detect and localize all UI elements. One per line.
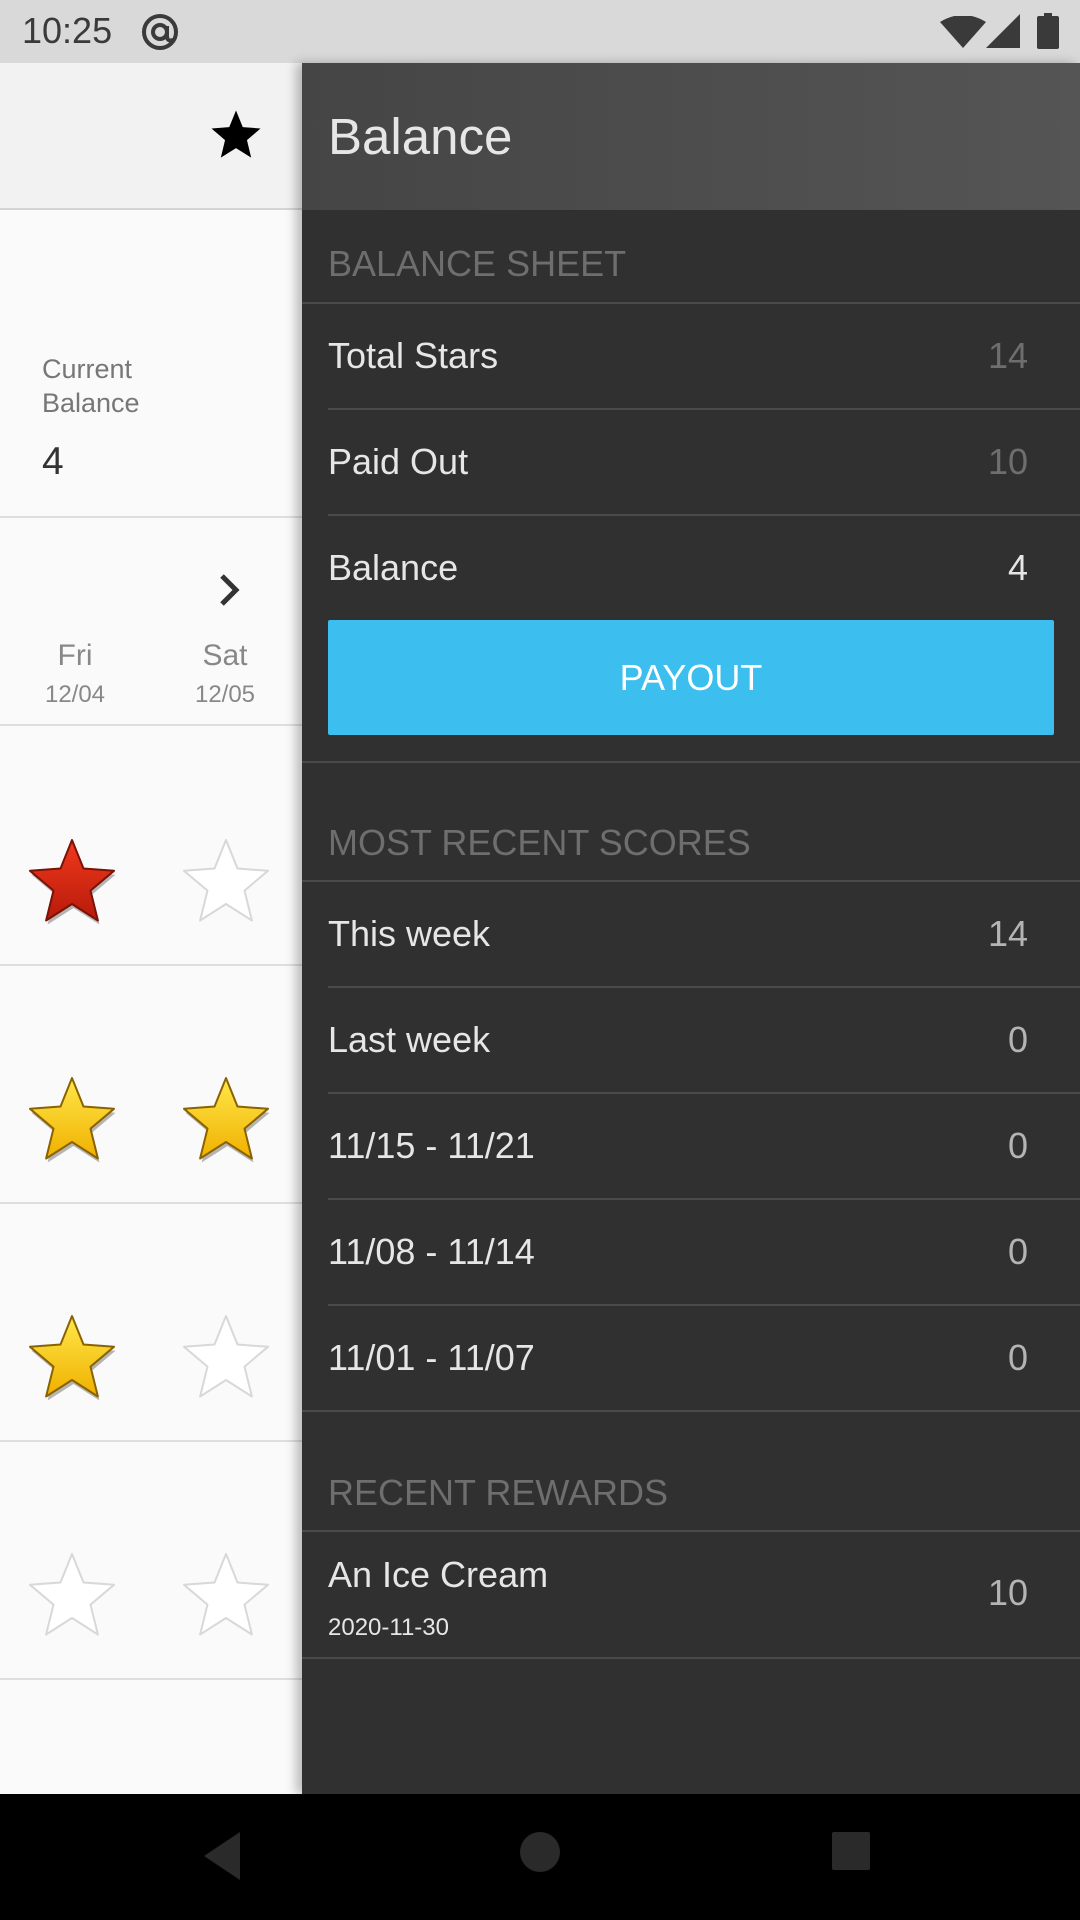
signal-icon: [986, 14, 1020, 48]
gold-star-icon[interactable]: [22, 1070, 122, 1170]
divider: [302, 302, 1080, 304]
home-icon[interactable]: [516, 1828, 564, 1876]
day-column-fri: Fri 12/04: [0, 638, 150, 710]
day-date: 12/04: [44, 681, 106, 708]
payout-button[interactable]: PAYOUT: [328, 620, 1054, 735]
divider: [328, 1304, 1080, 1306]
divider: [328, 408, 1080, 410]
score-row-label: 11/15 - 11/21: [328, 1125, 535, 1166]
divider: [302, 880, 1080, 882]
score-row-value: 0: [1007, 1125, 1028, 1166]
empty-star-icon[interactable]: [22, 1546, 122, 1646]
current-balance-value: 4: [42, 440, 64, 483]
reward-value: 10: [987, 1572, 1028, 1613]
score-row-value: 0: [1007, 1019, 1028, 1060]
score-row-value: 14: [987, 913, 1028, 954]
paid-out-label: Paid Out: [328, 441, 469, 482]
total-stars-label: Total Stars: [328, 335, 499, 376]
divider: [302, 761, 1080, 763]
battery-icon: [1037, 13, 1059, 49]
divider: [302, 1410, 1080, 1412]
divider: [302, 1657, 1080, 1659]
drawer-toolbar: Balance: [302, 63, 1080, 210]
current-balance-label: Current Balance: [42, 354, 140, 418]
score-row-label: Last week: [328, 1019, 491, 1060]
reward-name: An Ice Cream: [328, 1554, 549, 1595]
left-header: [0, 63, 302, 210]
paid-out-value: 10: [987, 441, 1028, 482]
balance-sheet-header: BALANCE SHEET: [328, 243, 627, 284]
day-column-sat: Sat 12/05: [150, 638, 300, 710]
current-balance-box: Current Balance 4: [0, 212, 302, 518]
status-bar: 10:25: [0, 0, 1080, 63]
gold-star-icon[interactable]: [176, 1070, 276, 1170]
day-date: 12/05: [194, 681, 256, 708]
empty-star-icon[interactable]: [176, 1546, 276, 1646]
star-row: [0, 1442, 302, 1680]
day-name: Sat: [202, 639, 248, 672]
navigation-bar: [0, 1794, 1080, 1920]
wifi-icon: [940, 16, 986, 48]
divider: [328, 986, 1080, 988]
at-sign-icon: [142, 14, 178, 50]
divider: [328, 1198, 1080, 1200]
score-row-label: 11/08 - 11/14: [328, 1231, 535, 1272]
star-icon[interactable]: [208, 107, 264, 163]
score-row-value: 0: [1007, 1231, 1028, 1272]
week-view-panel: Current Balance 4 Fri 12/04 Sat 12/05: [0, 63, 302, 1794]
recents-icon[interactable]: [829, 1829, 873, 1873]
star-row: [0, 1204, 302, 1442]
balance-drawer: Balance BALANCE SHEET Total Stars 14 Pai…: [302, 63, 1080, 1794]
total-stars-value: 14: [987, 335, 1028, 376]
status-time: 10:25: [22, 10, 113, 51]
day-name: Fri: [57, 639, 93, 672]
drawer-title: Balance: [328, 108, 513, 165]
divider: [328, 514, 1080, 516]
day-header: Fri 12/04 Sat 12/05: [0, 520, 302, 726]
score-row-label: 11/01 - 11/07: [328, 1337, 535, 1378]
empty-star-icon[interactable]: [176, 832, 276, 932]
recent-rewards-header: RECENT REWARDS: [328, 1472, 669, 1513]
balance-label: Balance: [328, 547, 459, 588]
red-star-icon[interactable]: [22, 832, 122, 932]
reward-date: 2020-11-30: [328, 1614, 449, 1641]
gold-star-icon[interactable]: [22, 1308, 122, 1408]
star-row: [0, 728, 302, 966]
chevron-right-icon[interactable]: [214, 570, 246, 610]
empty-star-icon[interactable]: [176, 1308, 276, 1408]
divider: [302, 1530, 1080, 1532]
score-row-label: This week: [328, 913, 491, 954]
score-row-value: 0: [1007, 1337, 1028, 1378]
recent-scores-header: MOST RECENT SCORES: [328, 822, 751, 863]
star-row: [0, 966, 302, 1204]
divider: [328, 1092, 1080, 1094]
balance-value: 4: [1007, 547, 1028, 588]
back-icon[interactable]: [200, 1828, 248, 1884]
